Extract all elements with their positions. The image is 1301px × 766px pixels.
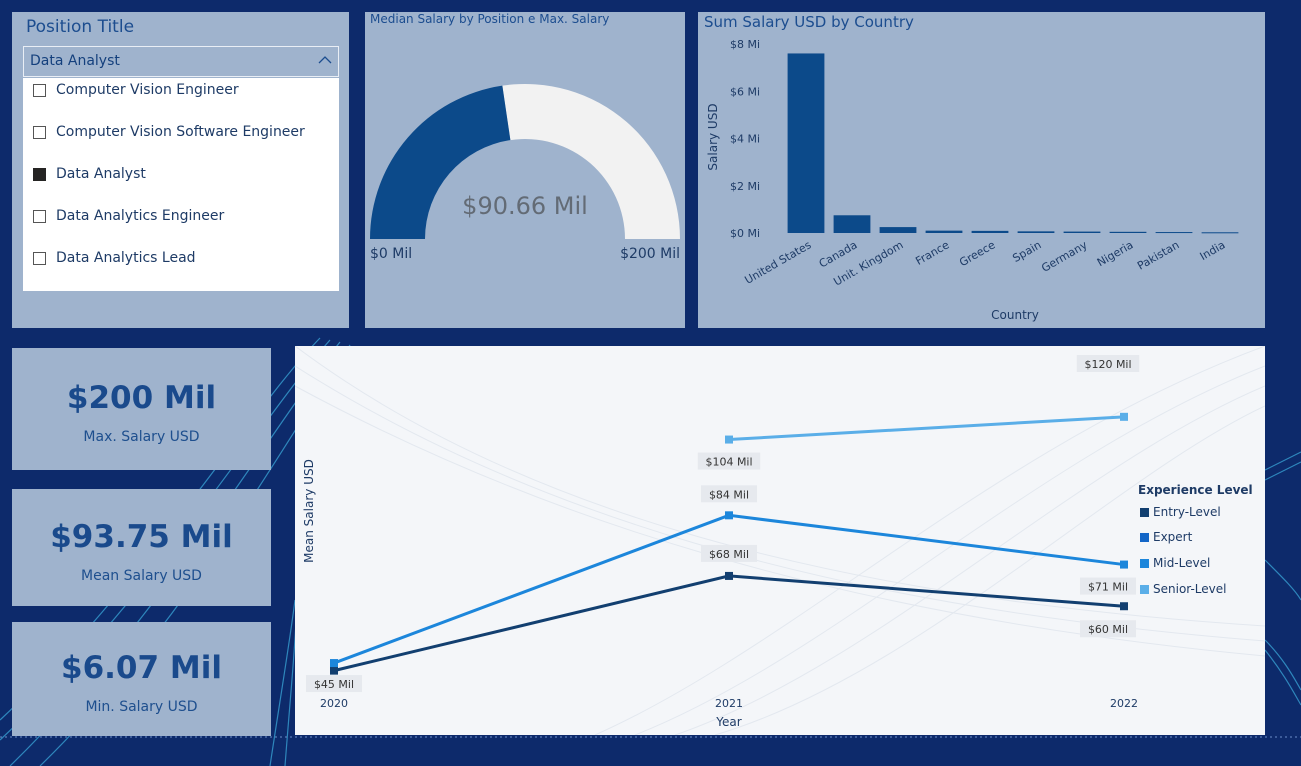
data-point-senior-level[interactable] (725, 435, 733, 444)
y-tick-label: $4 Mi (730, 133, 760, 146)
data-label: $68 Mil (709, 548, 749, 561)
kpi-label: Mean Salary USD (81, 568, 202, 584)
data-point-mid-level[interactable] (330, 659, 338, 668)
legend-swatch (1140, 558, 1149, 568)
x-tick-label: Greece (957, 238, 998, 269)
kpi-card-mean-salary: $93.75 Mil Mean Salary USD (12, 489, 271, 606)
kpi-value: $6.07 Mil (61, 650, 222, 686)
x-tick-label: India (1198, 238, 1228, 263)
salary-by-country-chart: Sum Salary USD by Country Salary USD Cou… (698, 12, 1265, 328)
x-tick-label: United States (742, 238, 813, 287)
y-tick-label: $8 Mi (730, 38, 760, 51)
position-title-slicer: Position Title Data Analyst Computer Vis… (12, 12, 349, 328)
legend-swatch (1140, 532, 1149, 542)
bar-france[interactable] (925, 230, 963, 233)
slicer-item-data-analytics-engineer[interactable]: Data Analytics Engineer (33, 206, 224, 226)
kpi-value: $93.75 Mil (50, 519, 233, 555)
legend-label: Entry-Level (1153, 505, 1221, 519)
gauge-max-label: $200 Mil (620, 246, 680, 262)
chevron-up-icon[interactable] (318, 53, 332, 67)
slicer-item-data-analytics-lead[interactable]: Data Analytics Lead (33, 248, 196, 268)
line-chart-ylabel: Mean Salary USD (302, 459, 316, 563)
x-tick-label: Pakistan (1135, 238, 1181, 272)
bar-spain[interactable] (1017, 231, 1055, 233)
slicer-item-computer-vision-engineer[interactable]: Computer Vision Engineer (33, 80, 239, 100)
line-chart-xlabel: Year (715, 715, 741, 729)
slicer-item-label: Computer Vision Engineer (56, 82, 239, 98)
legend-item-expert[interactable]: Expert (1140, 530, 1192, 544)
checkbox[interactable] (33, 251, 46, 265)
x-tick-label: 2022 (1110, 697, 1138, 710)
legend-label: Mid-Level (1153, 556, 1211, 570)
data-point-entry-level[interactable] (330, 666, 338, 675)
data-point-entry-level[interactable] (1120, 602, 1128, 611)
slicer-selected-value: Data Analyst (30, 53, 120, 69)
gauge-min-label: $0 Mil (370, 246, 413, 262)
line-chart-plot: Mean Salary USD Year 2020 2021 2022 $68 Mil… (302, 355, 1140, 729)
data-label: $71 Mil (1088, 581, 1128, 594)
slicer-item-label: Data Analytics Lead (56, 250, 196, 266)
data-point-senior-level[interactable] (1120, 412, 1128, 421)
data-label: $84 Mil (709, 488, 749, 501)
slicer-dropdown[interactable]: Data Analyst (23, 46, 339, 77)
bar-chart-xlabel: Country (991, 308, 1039, 322)
slicer-item-data-analyst[interactable]: Data Analyst (33, 164, 146, 184)
y-tick-label: $6 Mi (730, 85, 760, 98)
x-tick-label: 2021 (715, 697, 743, 710)
data-label: $60 Mil (1088, 623, 1128, 636)
gauge-value-label: $90.66 Mil (462, 192, 588, 220)
y-tick-label: $0 Mi (730, 227, 760, 240)
checkbox[interactable] (33, 125, 46, 139)
checkbox-checked[interactable] (33, 167, 46, 181)
kpi-value: $200 Mil (66, 380, 217, 416)
bar-india[interactable] (1201, 232, 1239, 234)
kpi-card-min-salary: $6.07 Mil Min. Salary USD (12, 622, 271, 736)
bar-greece[interactable] (971, 230, 1009, 233)
x-tick-label: Nigeria (1095, 238, 1136, 269)
series-line-entry-level (333, 574, 1125, 673)
bar-canada[interactable] (833, 215, 871, 233)
y-tick-label: $2 Mi (730, 180, 760, 193)
slicer-title: Position Title (26, 17, 135, 37)
legend-swatch (1140, 507, 1149, 517)
series-line-senior-level (728, 415, 1125, 442)
data-point-mid-level[interactable] (1120, 560, 1128, 569)
legend-item-entry-level[interactable]: Entry-Level (1140, 505, 1221, 519)
x-tick-label: France (913, 238, 951, 268)
slicer-item-label: Data Analytics Engineer (56, 208, 225, 224)
slicer-item-label: Computer Vision Software Engineer (56, 124, 305, 140)
checkbox[interactable] (33, 209, 46, 223)
slicer-list: Computer Vision Engineer Computer Vision… (23, 78, 339, 291)
bar-chart-plot: Salary USD Country $0 Mi $2 Mi $4 Mi $6 Mi $… (706, 38, 1239, 322)
kpi-card-max-salary: $200 Mil Max. Salary USD (12, 348, 271, 470)
slicer-item-computer-vision-software-engineer[interactable]: Computer Vision Software Engineer (33, 122, 305, 142)
legend-label: Expert (1153, 530, 1193, 544)
x-tick-label: Spain (1010, 238, 1043, 265)
bar-chart-ylabel: Salary USD (706, 103, 720, 170)
bar-united-states[interactable] (787, 53, 825, 234)
x-tick-label: Germany (1039, 238, 1090, 275)
legend-swatch (1140, 584, 1149, 594)
data-point-mid-level[interactable] (725, 511, 733, 520)
bar-nigeria[interactable] (1109, 231, 1147, 233)
legend-item-senior-level[interactable]: Senior-Level (1140, 582, 1226, 596)
slicer-item-label: Data Analyst (56, 166, 146, 182)
bar-germany[interactable] (1063, 231, 1101, 233)
data-label: $104 Mil (705, 456, 752, 469)
mean-salary-by-year-chart: Mean Salary USD Year 2020 2021 2022 $68 Mil… (295, 346, 1265, 735)
kpi-label: Max. Salary USD (83, 429, 200, 445)
data-label: $45 Mil (314, 678, 354, 691)
legend-item-mid-level[interactable]: Mid-Level (1140, 556, 1210, 570)
x-tick-label: 2020 (320, 697, 348, 710)
kpi-label: Min. Salary USD (85, 699, 198, 715)
data-point-entry-level[interactable] (725, 571, 733, 580)
legend-title: Experience Level (1138, 483, 1253, 497)
bar-pakistan[interactable] (1155, 232, 1193, 234)
gauge-chart (370, 84, 680, 239)
median-salary-gauge: Median Salary by Position e Max. Salary … (365, 12, 685, 328)
legend-label: Senior-Level (1153, 582, 1227, 596)
data-label: $120 Mil (1084, 358, 1131, 371)
bar-unit-kingdom[interactable] (879, 227, 917, 233)
checkbox[interactable] (33, 83, 46, 97)
